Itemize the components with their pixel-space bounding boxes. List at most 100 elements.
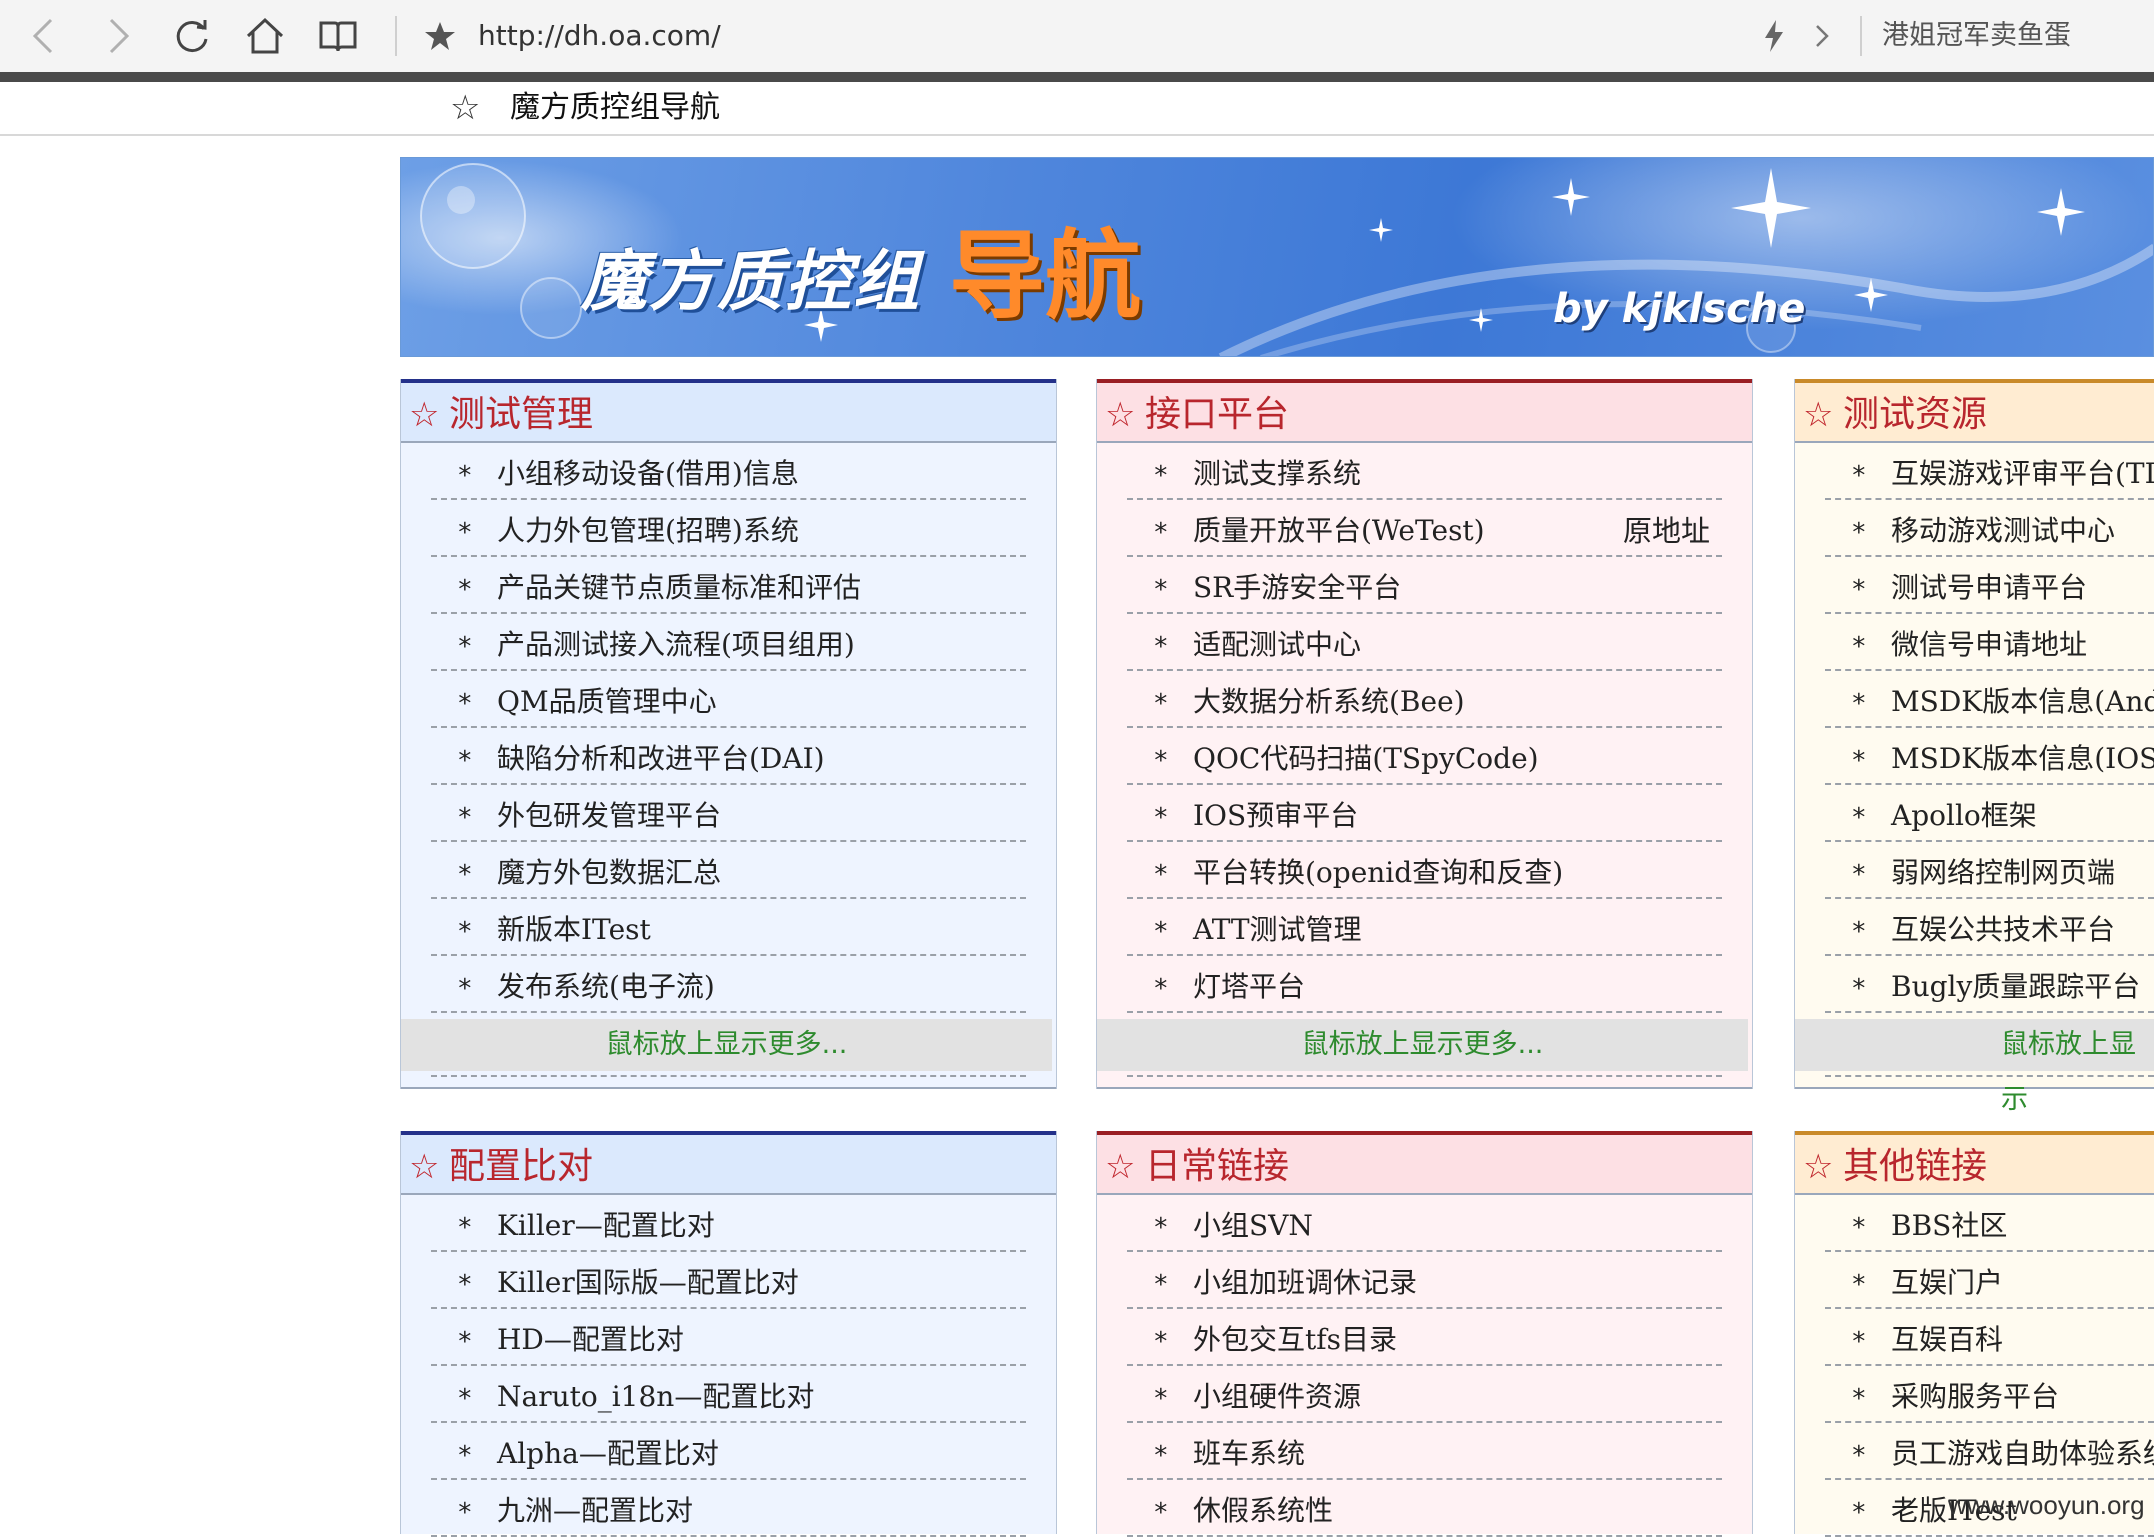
- address-bar[interactable]: http://dh.oa.com/: [478, 14, 721, 58]
- link-item[interactable]: * 平台转换(openid查询和反查): [1127, 842, 1722, 899]
- link-item[interactable]: * 采购服务平台: [1825, 1366, 2154, 1423]
- favorite-star-icon[interactable]: [418, 14, 462, 58]
- link-item[interactable]: * 小组移动设备(借用)信息: [431, 443, 1026, 500]
- link-item[interactable]: * QOC代码扫描(TSpyCode): [1127, 728, 1722, 785]
- link-label[interactable]: SR手游安全平台: [1193, 571, 1401, 605]
- link-item[interactable]: * 九洲—配置比对: [431, 1480, 1026, 1537]
- show-more-bar[interactable]: 鼠标放上显示: [1795, 1019, 2154, 1115]
- link-item[interactable]: * 大数据分析系统(Bee): [1127, 671, 1722, 728]
- link-item[interactable]: * 班车系统: [1127, 1423, 1722, 1480]
- link-label[interactable]: 采购服务平台: [1891, 1380, 2059, 1414]
- link-label[interactable]: 休假系统性: [1193, 1494, 1333, 1528]
- link-item[interactable]: * Naruto_i18n—配置比对: [431, 1366, 1026, 1423]
- link-item[interactable]: * 互娱门户: [1825, 1252, 2154, 1309]
- link-label[interactable]: QOC代码扫描(TSpyCode): [1193, 742, 1539, 776]
- link-item[interactable]: * 小组加班调休记录: [1127, 1252, 1722, 1309]
- link-item[interactable]: * SR手游安全平台: [1127, 557, 1722, 614]
- show-more-label[interactable]: 鼠标放上显示更多...: [1302, 1029, 1544, 1060]
- link-label[interactable]: Killer国际版—配置比对: [497, 1266, 799, 1300]
- link-label[interactable]: 适配测试中心: [1193, 628, 1361, 662]
- link-item[interactable]: * 小组硬件资源: [1127, 1366, 1722, 1423]
- link-label[interactable]: 弱网络控制网页端: [1891, 856, 2115, 890]
- link-item[interactable]: * 发布系统(电子流): [431, 956, 1026, 1013]
- link-label[interactable]: 质量开放平台(WeTest): [1193, 514, 1485, 548]
- link-label[interactable]: ATT测试管理: [1193, 913, 1362, 947]
- link-label[interactable]: 移动游戏测试中心: [1891, 514, 2115, 548]
- link-item[interactable]: * 外包研发管理平台: [431, 785, 1026, 842]
- link-label[interactable]: Killer—配置比对: [497, 1209, 715, 1243]
- link-item[interactable]: * 外包交互tfs目录: [1127, 1309, 1722, 1366]
- link-item[interactable]: * 互娱百科: [1825, 1309, 2154, 1366]
- show-more-label[interactable]: 鼠标放上显示: [2001, 1029, 2136, 1115]
- link-label[interactable]: 小组硬件资源: [1193, 1380, 1361, 1414]
- link-item[interactable]: * 测试支撑系统: [1127, 443, 1722, 500]
- home-icon[interactable]: [243, 14, 287, 58]
- link-item[interactable]: * BBS社区: [1825, 1195, 2154, 1252]
- link-item[interactable]: * 人力外包管理(招聘)系统: [431, 500, 1026, 557]
- link-label[interactable]: 外包研发管理平台: [497, 799, 721, 833]
- link-item[interactable]: * Bugly质量跟踪平台: [1825, 956, 2154, 1013]
- link-item[interactable]: * Alpha—配置比对: [431, 1423, 1026, 1480]
- link-label[interactable]: 魔方外包数据汇总: [497, 856, 721, 890]
- bookmark-item[interactable]: 魔方质控组导航: [510, 88, 720, 128]
- link-label[interactable]: 员工游戏自助体验系统: [1891, 1437, 2154, 1471]
- link-item[interactable]: * 测试号申请平台: [1825, 557, 2154, 614]
- link-label[interactable]: 互娱门户: [1891, 1266, 2003, 1300]
- link-label[interactable]: HD—配置比对: [497, 1323, 684, 1357]
- link-label[interactable]: 互娱百科: [1891, 1323, 2003, 1357]
- link-item[interactable]: * 灯塔平台: [1127, 956, 1722, 1013]
- link-label[interactable]: QM品质管理中心: [497, 685, 717, 719]
- link-item[interactable]: * 员工游戏自助体验系统: [1825, 1423, 2154, 1480]
- link-item[interactable]: * 缺陷分析和改进平台(DAI): [431, 728, 1026, 785]
- link-item[interactable]: * 新版本ITest: [431, 899, 1026, 956]
- refresh-icon[interactable]: [170, 14, 214, 58]
- link-label[interactable]: 互娱游戏评审平台(TD: [1891, 457, 2154, 491]
- link-label[interactable]: 小组移动设备(借用)信息: [497, 457, 799, 491]
- link-label[interactable]: 新版本ITest: [497, 913, 651, 947]
- link-item[interactable]: * 魔方外包数据汇总: [431, 842, 1026, 899]
- link-item[interactable]: * 产品关键节点质量标准和评估: [431, 557, 1026, 614]
- show-more-label[interactable]: 鼠标放上显示更多...: [606, 1029, 848, 1060]
- link-label[interactable]: 外包交互tfs目录: [1193, 1323, 1397, 1357]
- link-item[interactable]: * 产品测试接入流程(项目组用): [431, 614, 1026, 671]
- link-item[interactable]: * Apollo框架: [1825, 785, 2154, 842]
- link-item[interactable]: * MSDK版本信息(IOS版): [1825, 728, 2154, 785]
- link-label[interactable]: Apollo框架: [1891, 799, 2037, 833]
- link-item[interactable]: * MSDK版本信息(Androi: [1825, 671, 2154, 728]
- toolbar-news-text[interactable]: 港姐冠军卖鱼蛋: [1882, 14, 2071, 58]
- show-more-bar[interactable]: 鼠标放上显示更多...: [1097, 1019, 1748, 1071]
- link-item[interactable]: * 适配测试中心: [1127, 614, 1722, 671]
- link-item[interactable]: * 质量开放平台(WeTest) 原地址: [1127, 500, 1722, 557]
- link-label[interactable]: 发布系统(电子流): [497, 970, 715, 1004]
- link-label[interactable]: 班车系统: [1193, 1437, 1305, 1471]
- link-label[interactable]: 灯塔平台: [1193, 970, 1305, 1004]
- link-label[interactable]: Alpha—配置比对: [497, 1437, 719, 1471]
- link-item[interactable]: * ATT测试管理: [1127, 899, 1722, 956]
- link-label[interactable]: 测试支撑系统: [1193, 457, 1361, 491]
- link-label[interactable]: 九洲—配置比对: [497, 1494, 693, 1528]
- link-item[interactable]: * 微信号申请地址: [1825, 614, 2154, 671]
- link-label[interactable]: 人力外包管理(招聘)系统: [497, 514, 799, 548]
- link-label[interactable]: 互娱公共技术平台: [1891, 913, 2115, 947]
- link-label[interactable]: 测试号申请平台: [1891, 571, 2087, 605]
- back-icon[interactable]: [22, 14, 66, 58]
- link-label[interactable]: 小组加班调休记录: [1193, 1266, 1417, 1300]
- link-label[interactable]: 微信号申请地址: [1891, 628, 2087, 662]
- link-label[interactable]: Naruto_i18n—配置比对: [497, 1380, 814, 1414]
- link-label[interactable]: Bugly质量跟踪平台: [1891, 970, 2140, 1004]
- link-label[interactable]: 平台转换(openid查询和反查): [1193, 856, 1563, 890]
- link-label[interactable]: MSDK版本信息(Androi: [1891, 685, 2154, 719]
- link-item[interactable]: * 弱网络控制网页端: [1825, 842, 2154, 899]
- link-label[interactable]: IOS预审平台: [1193, 799, 1358, 833]
- lightning-icon[interactable]: [1752, 14, 1796, 58]
- link-item[interactable]: * QM品质管理中心: [431, 671, 1026, 728]
- link-item[interactable]: * HD—配置比对: [431, 1309, 1026, 1366]
- original-address-link[interactable]: 原地址: [1623, 514, 1710, 548]
- link-item[interactable]: * 休假系统性: [1127, 1480, 1722, 1537]
- link-item[interactable]: * IOS预审平台: [1127, 785, 1722, 842]
- link-label[interactable]: 产品测试接入流程(项目组用): [497, 628, 855, 662]
- chevron-right-icon[interactable]: [1800, 14, 1844, 58]
- forward-icon[interactable]: [96, 14, 140, 58]
- link-label[interactable]: 产品关键节点质量标准和评估: [497, 571, 861, 605]
- link-item[interactable]: * 移动游戏测试中心: [1825, 500, 2154, 557]
